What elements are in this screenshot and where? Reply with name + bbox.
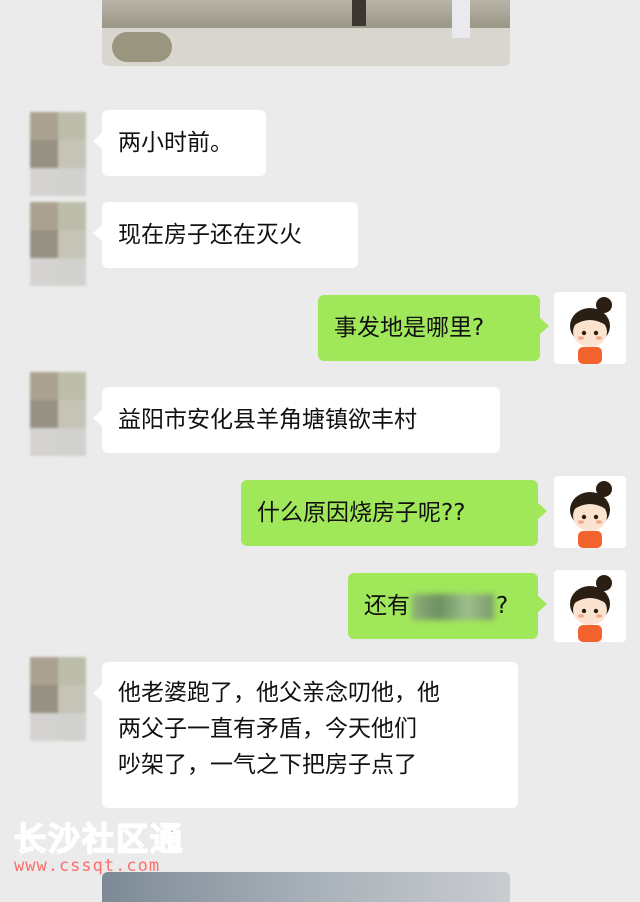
message-line: 吵架了，一气之下把房子点了 [118, 752, 417, 778]
message-line: 他老婆跑了，他父亲念叨他，他 [118, 680, 440, 706]
girl-cartoon-icon [570, 481, 612, 548]
censored-text [412, 593, 494, 620]
message-text: 两小时前。 [118, 130, 233, 156]
my-avatar[interactable] [554, 476, 626, 548]
message-text: 益阳市安化县羊角塘镇欲丰村 [118, 407, 417, 433]
outgoing-message[interactable]: 还有? [348, 573, 547, 639]
message-line: 两父子一直有矛盾，今天他们 [118, 716, 417, 742]
shared-photo-bottom[interactable] [102, 872, 510, 902]
incoming-message[interactable]: 他老婆跑了，他父亲念叨他，他 两父子一直有矛盾，今天他们 吵架了，一气之下把房子… [93, 662, 518, 808]
shared-photo-top[interactable] [102, 0, 510, 66]
incoming-message[interactable]: 益阳市安化县羊角塘镇欲丰村 [93, 387, 500, 453]
incoming-message[interactable]: 现在房子还在灭火 [93, 202, 358, 268]
message-text-end: ? [496, 593, 509, 619]
outgoing-message[interactable]: 什么原因烧房子呢?? [241, 480, 547, 546]
outgoing-message[interactable]: 事发地是哪里? [318, 295, 549, 361]
my-avatar[interactable] [554, 570, 626, 642]
girl-cartoon-icon [570, 575, 612, 642]
watermark: 长沙社区通 www.cssqt.com [13, 814, 185, 876]
message-text-start: 还有 [364, 593, 410, 619]
contact-avatar[interactable] [30, 657, 86, 741]
watermark-title: 长沙社区通 [13, 819, 185, 859]
watermark-url: www.cssqt.com [14, 856, 161, 876]
message-text: 现在房子还在灭火 [118, 222, 302, 248]
my-avatar[interactable] [554, 292, 626, 364]
message-text: 什么原因烧房子呢?? [257, 500, 466, 526]
incoming-message[interactable]: 两小时前。 [93, 110, 266, 176]
contact-avatar[interactable] [30, 202, 86, 286]
girl-cartoon-icon [570, 297, 612, 364]
message-text: 事发地是哪里? [334, 315, 485, 341]
contact-avatar[interactable] [30, 372, 86, 456]
contact-avatar[interactable] [30, 112, 86, 196]
